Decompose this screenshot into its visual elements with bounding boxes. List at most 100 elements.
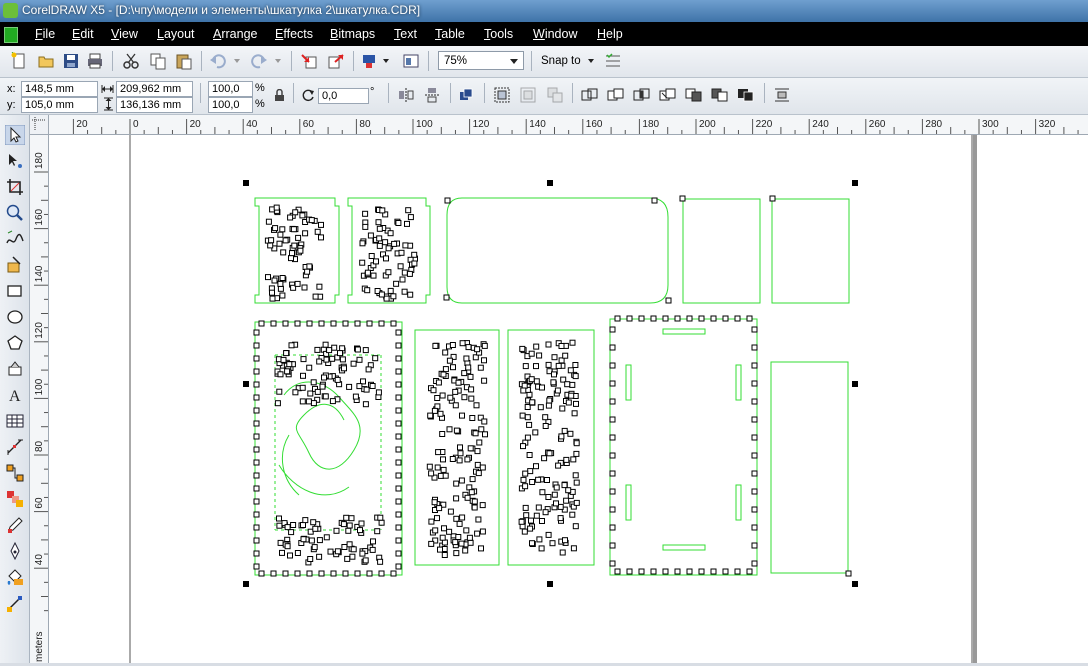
ruler-origin[interactable] [30,115,49,135]
ruler-tick-label: 40 [34,554,45,566]
simplify-icon[interactable] [659,87,677,103]
launcher-dropdown-icon[interactable] [383,59,389,63]
x-position-field[interactable]: 148,5 mm [21,81,98,97]
menu-layout[interactable]: Layout [157,27,195,41]
panel-bottom-frame[interactable] [609,318,758,576]
handle-middle-left[interactable] [243,381,249,387]
interactive-fill-tool-icon[interactable] [5,593,25,613]
menu-help[interactable]: Help [597,27,623,41]
menu-edit[interactable]: Edit [72,27,94,41]
zoom-tool-icon[interactable] [5,203,25,223]
menu-window[interactable]: Window [533,27,577,41]
polygon-tool-icon[interactable] [5,333,25,353]
horizontal-ruler[interactable]: 20 0 20 40 60 80 100 120 140 160 180 200 220 240 260 28… [30,115,1088,135]
create-boundary-icon[interactable] [737,87,755,103]
menu-arrange[interactable]: Arrange [213,27,257,41]
copy-icon[interactable] [149,52,167,70]
menu-effects[interactable]: Effects [275,27,313,41]
menu-text[interactable]: Text [394,27,417,41]
ungroup-icon[interactable] [520,87,536,103]
front-minus-back-icon[interactable] [685,87,703,103]
document-icon[interactable] [4,27,18,43]
combine-icon[interactable] [458,87,474,103]
align-distribute-icon[interactable] [773,87,791,103]
panel-side-small-1[interactable] [682,198,761,304]
ellipse-tool-icon[interactable] [5,307,25,327]
menu-file[interactable]: File [35,27,55,41]
open-folder-icon[interactable] [37,52,55,70]
menu-tools[interactable]: Tools [484,27,513,41]
zoom-levels-combo[interactable]: 75% [438,51,524,70]
undo-dropdown-icon[interactable] [234,59,240,63]
node-marker [359,240,366,247]
drawing-area[interactable] [49,135,1088,663]
table-tool-icon[interactable] [5,411,25,431]
panel-side-tall[interactable] [770,361,849,574]
print-icon[interactable] [86,52,104,70]
weld-icon[interactable] [581,87,599,103]
outline-pen-tool-icon[interactable] [5,541,25,561]
ungroup-all-icon[interactable] [547,87,563,103]
redo-dropdown-icon[interactable] [275,59,281,63]
save-icon[interactable] [62,52,80,70]
panel-side-small-2[interactable] [771,198,850,304]
menu-table[interactable]: Table [435,27,465,41]
redo-icon[interactable] [250,52,268,70]
node-marker [428,470,435,477]
menu-view[interactable]: View [111,27,138,41]
welcome-screen-icon[interactable] [402,52,420,70]
application-launcher-icon[interactable] [361,52,379,70]
connector-tool-icon[interactable] [5,463,25,483]
handle-top-right[interactable] [852,180,858,186]
dimension-tool-icon[interactable] [5,437,25,457]
lock-ratio-icon[interactable] [274,89,285,102]
trim-icon[interactable] [607,87,625,103]
paste-icon[interactable] [175,52,193,70]
basic-shapes-tool-icon[interactable] [5,359,25,379]
text-tool-icon[interactable]: A [5,385,25,405]
vertical-ruler[interactable]: 180 160 140 120 100 80 60 40 meters [30,134,49,663]
pick-tool-icon[interactable] [5,125,25,145]
rotation-angle-field[interactable]: 0,0 [318,88,369,104]
intersect-icon[interactable] [633,87,651,103]
menu-bitmaps[interactable]: Bitmaps [330,27,375,41]
new-document-icon[interactable] [10,52,28,70]
handle-bottom-middle[interactable] [547,581,553,587]
rectangle-tool-icon[interactable] [5,281,25,301]
mirror-horizontal-icon[interactable] [398,87,414,103]
mirror-vertical-icon[interactable] [424,87,440,103]
snap-to-label[interactable]: Snap to [541,55,581,67]
blend-tool-icon[interactable] [5,489,25,509]
scale-x-field[interactable]: 100,0 [208,81,253,97]
options-list-icon[interactable] [604,52,622,70]
scale-y-field[interactable]: 100,0 [208,97,253,113]
eyedropper-tool-icon[interactable] [5,515,25,535]
panel-lid-rounded[interactable] [446,197,669,304]
handle-bottom-left[interactable] [243,581,249,587]
export-icon[interactable] [327,52,345,70]
y-position-field[interactable]: 105,0 mm [21,97,98,113]
object-height-field[interactable]: 136,136 mm [116,97,193,113]
node-marker [395,433,402,440]
smart-fill-tool-icon[interactable] [5,255,25,275]
node-marker [319,383,326,390]
back-minus-front-icon[interactable] [711,87,729,103]
import-icon[interactable] [300,52,318,70]
fill-tool-icon[interactable] [5,567,25,587]
node-marker [453,427,460,434]
cut-icon[interactable] [122,52,140,70]
object-width-field[interactable]: 209,962 mm [116,81,193,97]
freehand-tool-icon[interactable] [5,229,25,249]
snap-to-dropdown-icon[interactable] [588,59,594,63]
group-icon[interactable] [494,87,510,103]
undo-icon[interactable] [209,52,227,70]
handle-middle-right[interactable] [852,381,858,387]
node-marker [474,461,481,468]
handle-top-middle[interactable] [547,180,553,186]
handle-bottom-right[interactable] [852,581,858,587]
handle-top-left[interactable] [243,180,249,186]
crop-tool-icon[interactable] [5,177,25,197]
node-marker [291,242,298,249]
drawing-canvas[interactable] [49,135,1088,663]
shape-tool-icon[interactable] [5,151,25,171]
